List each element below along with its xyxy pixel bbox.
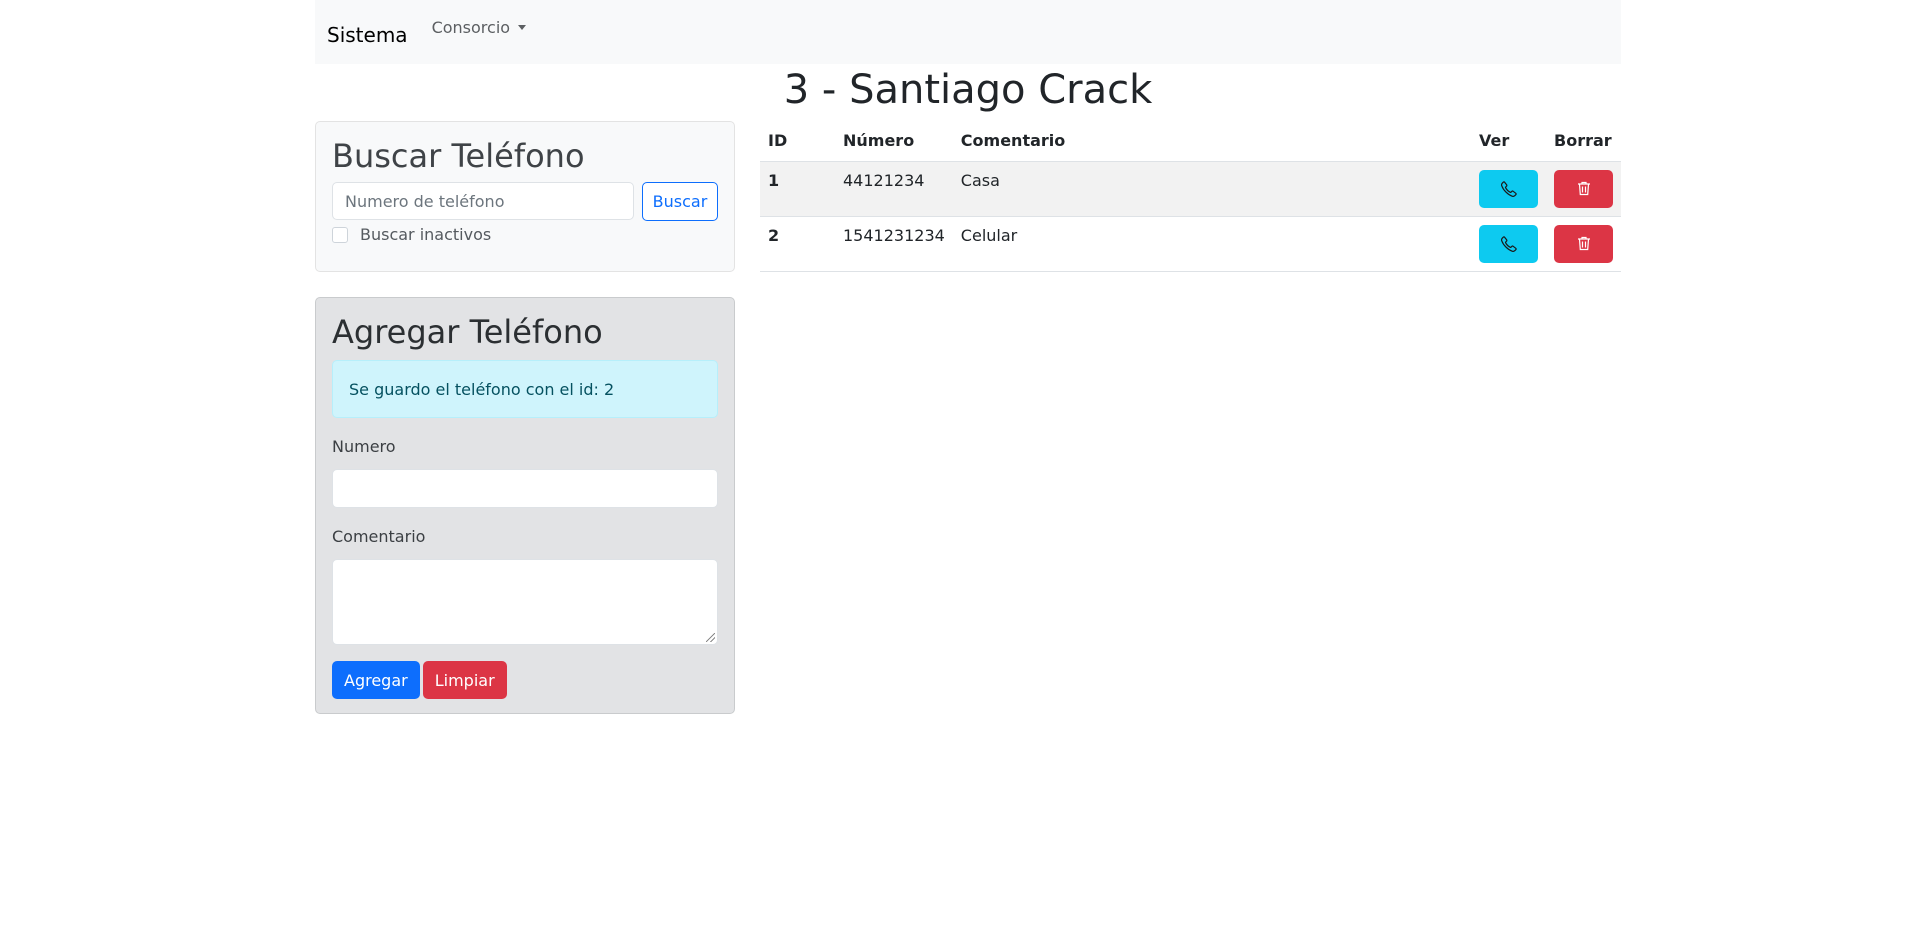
row-ver-cell — [1471, 216, 1546, 272]
comentario-textarea[interactable] — [332, 559, 718, 645]
row-comentario: Casa — [952, 161, 1471, 217]
numero-field[interactable] — [332, 469, 718, 508]
row-borrar-cell — [1546, 161, 1621, 217]
row-ver-cell — [1471, 161, 1546, 217]
phones-table-wrap: ID Número Comentario Ver Borrar 1 441212… — [760, 121, 1621, 272]
phones-table: ID Número Comentario Ver Borrar 1 441212… — [760, 121, 1621, 272]
row-id: 2 — [760, 216, 835, 272]
table-row: 2 1541231234 Celular — [760, 216, 1621, 272]
search-title: Buscar Teléfono — [332, 137, 585, 175]
consorcio-dropdown-label: Consorcio — [431, 17, 511, 37]
search-card: Buscar Teléfono Buscar Buscar inactivos — [315, 121, 735, 272]
inactive-checkbox[interactable] — [332, 226, 348, 243]
header-ver: Ver — [1471, 121, 1546, 162]
left-column: Buscar Teléfono Buscar Buscar inactivos … — [315, 121, 735, 714]
add-title: Agregar Teléfono — [332, 313, 603, 351]
search-input[interactable] — [332, 182, 634, 220]
navbar-brand[interactable]: Sistema — [327, 23, 408, 47]
agregar-button[interactable]: Agregar — [332, 661, 420, 699]
search-button[interactable]: Buscar — [642, 182, 718, 221]
inactive-checkbox-label[interactable]: Buscar inactivos — [360, 225, 491, 244]
search-row: Buscar — [332, 182, 718, 221]
phone-icon — [1500, 235, 1517, 252]
numero-label: Numero — [332, 437, 396, 456]
resize-handle-icon[interactable] — [706, 633, 715, 642]
limpiar-button[interactable]: Limpiar — [422, 661, 507, 699]
trash-icon — [1577, 236, 1590, 251]
row-comentario: Celular — [952, 216, 1471, 272]
borrar-button[interactable] — [1554, 224, 1613, 263]
navbar: Sistema Consorcio — [315, 0, 1621, 64]
header-comentario: Comentario — [952, 121, 1471, 162]
header-id: ID — [760, 121, 835, 162]
header-numero: Número — [835, 121, 953, 162]
ver-button[interactable] — [1479, 169, 1538, 208]
row-numero: 44121234 — [835, 161, 953, 217]
row-numero: 1541231234 — [835, 216, 953, 272]
page-title: 3 - Santiago Crack — [783, 67, 1153, 113]
row-id: 1 — [760, 161, 835, 217]
page-container: Sistema Consorcio 3 - Santiago Crack Bus… — [315, 0, 1621, 714]
phone-icon — [1500, 180, 1517, 197]
add-card: Agregar Teléfono Se guardo el teléfono c… — [315, 297, 735, 714]
comentario-label: Comentario — [332, 527, 426, 546]
borrar-button[interactable] — [1554, 169, 1613, 208]
header-borrar: Borrar — [1546, 121, 1621, 162]
table-row: 1 44121234 Casa — [760, 161, 1621, 217]
trash-icon — [1577, 181, 1590, 196]
inactive-checkbox-row: Buscar inactivos — [332, 225, 718, 244]
table-header-row: ID Número Comentario Ver Borrar — [760, 121, 1621, 162]
add-actions: Agregar Limpiar — [332, 661, 718, 699]
caret-down-icon — [518, 24, 527, 30]
consorcio-dropdown[interactable]: Consorcio — [431, 17, 527, 37]
success-alert: Se guardo el teléfono con el id: 2 — [332, 360, 718, 418]
row-borrar-cell — [1546, 216, 1621, 272]
ver-button[interactable] — [1479, 224, 1538, 263]
